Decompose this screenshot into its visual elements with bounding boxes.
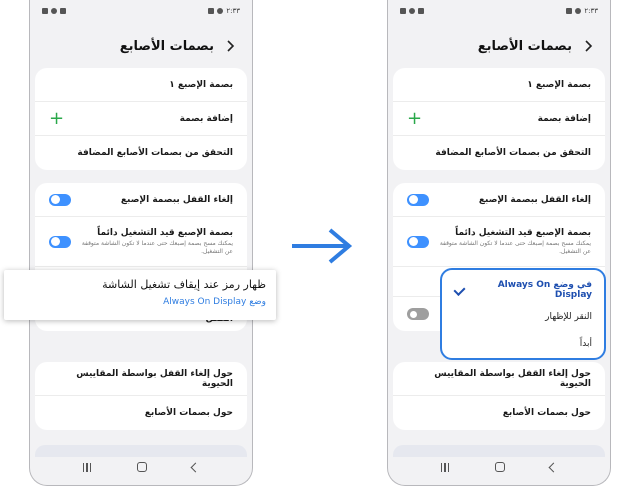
always-on-toggle[interactable] [407, 235, 429, 248]
back-chevron-icon[interactable] [580, 38, 596, 54]
always-on-toggle[interactable] [49, 235, 71, 248]
arrow-right-icon [292, 228, 353, 264]
phone-screen-before: ٢:٣٣ بصمات الأصابع بصمة الإصبع ١ إضافة ب… [29, 0, 253, 486]
page-title: بصمات الأصابع [477, 38, 572, 54]
about-fingerprints-row[interactable]: حول بصمات الأصابع [393, 396, 605, 430]
app-bar: بصمات الأصابع [30, 32, 252, 60]
always-on-description: يمكنك مسح بصمة إصبعك حتى عندما لا تكون ا… [439, 239, 591, 255]
check-fingerprints-row[interactable]: التحقق من بصمات الأصابع المضافة [35, 136, 247, 170]
status-bar: ٢:٣٣ [30, 0, 252, 22]
unlock-toggle[interactable] [49, 193, 71, 206]
about-fingerprints-label: حول بصمات الأصابع [144, 408, 233, 418]
signal-icon [60, 8, 66, 14]
wifi-icon [409, 8, 415, 14]
about-card: حول إلغاء القفل بواسطة المقاييس الحيوية … [393, 362, 605, 430]
status-time: ٢:٣٣ [226, 7, 240, 15]
about-fingerprints-label: حول بصمات الأصابع [502, 408, 591, 418]
unlock-label: إلغاء القفل ببصمة الإصبع [478, 194, 591, 205]
recents-icon[interactable] [440, 462, 450, 472]
alarm-icon [575, 8, 582, 14]
option-label: أبداً [579, 338, 592, 349]
option-always-on-display[interactable]: في وضع Always On Display [454, 276, 592, 303]
fingerprints-card: بصمة الإصبع ١ إضافة بصمة + التحقق من بصم… [393, 68, 605, 170]
status-icons [400, 8, 424, 14]
gallery-icon [208, 8, 215, 14]
add-fingerprint-row[interactable]: إضافة بصمة + [393, 102, 605, 136]
show-icon-callout[interactable]: ظهار رمز عند إيقاف تشغيل الشاشة وضع Alwa… [4, 270, 276, 320]
back-nav-icon[interactable] [190, 462, 201, 472]
animation-toggle[interactable] [407, 308, 429, 320]
add-fingerprint-row[interactable]: إضافة بصمة + [35, 102, 247, 136]
add-fingerprint-label: إضافة بصمة [179, 113, 233, 124]
plus-icon: + [407, 107, 423, 129]
always-on-label: بصمة الإصبع قيد التشغيل دائماً [97, 227, 233, 238]
signal-icon [418, 8, 424, 14]
option-label: في وضع Always On Display [497, 279, 592, 300]
biometrics-row[interactable]: حول إلغاء القفل بواسطة المقاييس الحيوية [35, 362, 247, 396]
phone-screen-after: ٢:٣٣ بصمات الأصابع بصمة الإصبع ١ إضافة ب… [387, 0, 611, 486]
unlock-row[interactable]: إلغاء القفل ببصمة الإصبع [393, 183, 605, 217]
alarm-icon [217, 8, 224, 14]
fingerprint-1-row[interactable]: بصمة الإصبع ١ [393, 68, 605, 102]
show-icon-dropdown: في وضع Always On Display النقر للإظهار أ… [440, 268, 606, 360]
status-bar: ٢:٣٣ [388, 0, 610, 22]
callout-subtitle: وضع Always On Display [163, 297, 266, 307]
unlock-toggle[interactable] [407, 193, 429, 206]
notification-icon [42, 8, 48, 14]
biometrics-label: حول إلغاء القفل بواسطة المقاييس الحيوية [434, 368, 591, 389]
home-icon[interactable] [136, 462, 147, 472]
navigation-bar [388, 457, 610, 477]
fingerprint-1-label: بصمة الإصبع ١ [169, 79, 233, 90]
status-icons [42, 8, 66, 14]
navigation-bar [30, 457, 252, 477]
bottom-card-edge [35, 445, 247, 457]
option-tap-to-show[interactable]: النقر للإظهار [454, 303, 592, 330]
always-on-row[interactable]: بصمة الإصبع قيد التشغيل دائماً يمكنك مسح… [35, 217, 247, 267]
notification-icon [400, 8, 406, 14]
always-on-row[interactable]: بصمة الإصبع قيد التشغيل دائماً يمكنك مسح… [393, 217, 605, 267]
bottom-card-edge [393, 445, 605, 457]
always-on-label: بصمة الإصبع قيد التشغيل دائماً [455, 227, 591, 238]
fingerprints-card: بصمة الإصبع ١ إضافة بصمة + التحقق من بصم… [35, 68, 247, 170]
back-chevron-icon[interactable] [222, 38, 238, 54]
check-icon [454, 286, 465, 294]
always-on-description: يمكنك مسح بصمة إصبعك حتى عندما لا تكون ا… [81, 239, 233, 255]
about-fingerprints-row[interactable]: حول بصمات الأصابع [35, 396, 247, 430]
about-card: حول إلغاء القفل بواسطة المقاييس الحيوية … [35, 362, 247, 430]
check-fingerprints-label: التحقق من بصمات الأصابع المضافة [77, 148, 233, 158]
callout-title: ظهار رمز عند إيقاف تشغيل الشاشة [102, 278, 266, 291]
app-bar: بصمات الأصابع [388, 32, 610, 60]
home-icon[interactable] [494, 462, 505, 472]
biometrics-label: حول إلغاء القفل بواسطة المقاييس الحيوية [76, 368, 233, 389]
plus-icon: + [49, 107, 65, 129]
unlock-label: إلغاء القفل ببصمة الإصبع [120, 194, 233, 205]
check-fingerprints-label: التحقق من بصمات الأصابع المضافة [435, 148, 591, 158]
biometrics-row[interactable]: حول إلغاء القفل بواسطة المقاييس الحيوية [393, 362, 605, 396]
recents-icon[interactable] [82, 462, 92, 472]
fingerprint-1-label: بصمة الإصبع ١ [527, 79, 591, 90]
check-fingerprints-row[interactable]: التحقق من بصمات الأصابع المضافة [393, 136, 605, 170]
unlock-row[interactable]: إلغاء القفل ببصمة الإصبع [35, 183, 247, 217]
gallery-icon [566, 8, 573, 14]
add-fingerprint-label: إضافة بصمة [537, 113, 591, 124]
option-never[interactable]: أبداً [454, 330, 592, 357]
option-label: النقر للإظهار [545, 311, 592, 322]
wifi-icon [51, 8, 57, 14]
page-title: بصمات الأصابع [119, 38, 214, 54]
back-nav-icon[interactable] [548, 462, 559, 472]
fingerprint-1-row[interactable]: بصمة الإصبع ١ [35, 68, 247, 102]
status-time: ٢:٣٣ [584, 7, 598, 15]
